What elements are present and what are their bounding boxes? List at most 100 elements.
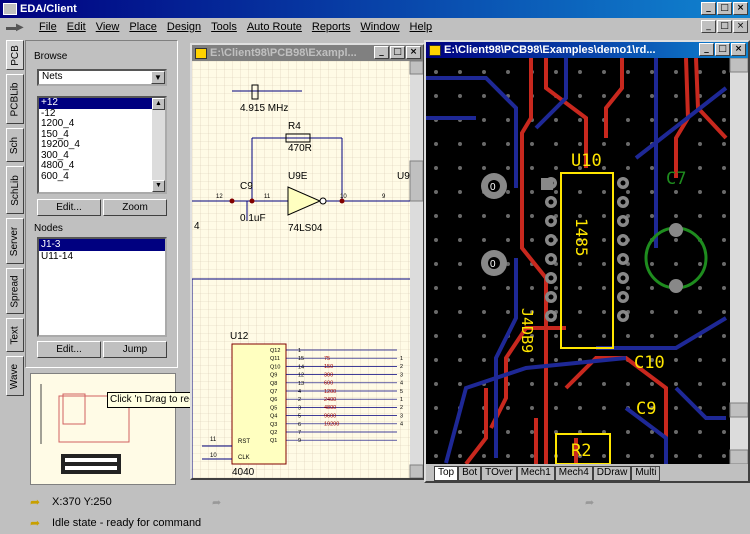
pcb-window-titlebar[interactable]: E:\Client98\PCB98\Examples\demo1\rd... _… — [426, 42, 748, 58]
zoom-button[interactable]: Zoom — [103, 199, 167, 216]
close-button[interactable]: × — [733, 2, 748, 15]
menu-place[interactable]: Place — [124, 21, 162, 33]
tab-pcb[interactable]: PCB — [6, 40, 24, 70]
baud-label: 75 — [324, 356, 330, 362]
u12-pin-number: 4 — [298, 389, 301, 395]
layer-tab-mech4[interactable]: Mech4 — [554, 466, 593, 481]
u12-pin-name: Q6 — [270, 397, 277, 403]
u12-pin-number: 9 — [298, 438, 301, 444]
mdi-minimize-button[interactable]: _ — [701, 20, 716, 33]
nets-list[interactable]: +12 -12 1200_4 150_4 19200_4 300_4 4800_… — [37, 96, 167, 194]
crystal-label: 4.915 MHz — [240, 103, 288, 114]
tab-pcblib[interactable]: PCBLib — [6, 74, 24, 124]
tab-text[interactable]: Text — [6, 318, 24, 352]
u12-pin-name: Q2 — [270, 430, 277, 436]
menu-design[interactable]: Design — [162, 21, 206, 33]
u12-pin-name: Q12 — [270, 348, 280, 354]
layer-tab-mech1[interactable]: Mech1 — [516, 466, 555, 481]
menu-tools[interactable]: Tools — [206, 21, 242, 33]
u12-pin-number: 14 — [298, 364, 304, 370]
maximize-button[interactable]: □ — [390, 46, 405, 59]
bus-number: 3 — [400, 372, 403, 378]
tab-sch[interactable]: Sch — [6, 128, 24, 162]
maximize-button[interactable]: □ — [717, 2, 732, 15]
u9e-type: 74LS04 — [288, 223, 323, 234]
list-item[interactable]: 600_4 — [39, 171, 165, 183]
pin-12: 12 — [216, 194, 223, 200]
status-state: Idle state - ready for command — [52, 517, 202, 529]
edit-net-button[interactable]: Edit... — [37, 199, 101, 216]
bus-number: 1 — [400, 397, 403, 403]
menu-reports[interactable]: Reports — [307, 21, 356, 33]
close-button[interactable]: × — [406, 46, 421, 59]
system-menu-icon[interactable]: ▬▶ — [0, 22, 34, 33]
pin-10: 10 — [340, 194, 347, 200]
status-arrow-icon: ➦ — [30, 495, 41, 509]
baud-label: 150 — [324, 364, 333, 370]
list-item[interactable]: 1200_4 — [39, 118, 165, 130]
u12-pin-name: Q4 — [270, 414, 277, 420]
sheet-icon — [195, 47, 207, 59]
bus-number: 4 — [400, 381, 403, 387]
r2-label: R2 — [571, 441, 591, 461]
baud-label: 600 — [324, 381, 333, 387]
scroll-up-icon[interactable]: ▲ — [152, 98, 165, 110]
c7-label: C7 — [666, 169, 686, 189]
browse-label: Browse — [34, 51, 68, 62]
u12-pin-rst: RST — [238, 439, 250, 445]
menu-help[interactable]: Help — [405, 21, 438, 33]
browse-select[interactable]: Nets ▼ — [37, 69, 167, 86]
menu-bar: ▬▶ File Edit View Place Design Tools Aut… — [0, 18, 750, 36]
nodes-list[interactable]: J1-3 U11-14 — [37, 237, 167, 337]
menu-autoroute[interactable]: Auto Route — [242, 21, 307, 33]
u12-pin-number: 5 — [298, 414, 301, 420]
layer-tab-multi[interactable]: Multi — [631, 466, 661, 481]
baud-label: 19200 — [324, 422, 339, 428]
list-item[interactable]: 4800_4 — [39, 160, 165, 172]
minimize-button[interactable]: _ — [374, 46, 389, 59]
mini-viewer[interactable] — [30, 373, 176, 485]
chevron-down-icon[interactable]: ▼ — [151, 71, 165, 84]
pcb-canvas[interactable]: 0 0 U10 1485 J4DB9 C7 C10 C9 R2 — [426, 58, 748, 464]
menu-window[interactable]: Window — [355, 21, 404, 33]
nodes-label: Nodes — [34, 223, 63, 234]
u12-pin-number: 2 — [298, 397, 301, 403]
tab-wave[interactable]: Wave — [6, 356, 24, 396]
tab-spread[interactable]: Spread — [6, 268, 24, 314]
layer-tab-tover[interactable]: TOver — [481, 466, 517, 481]
schematic-window: E:\Client98\PCB98\Exampl... _ □ × 4.915 … — [190, 43, 425, 480]
menu-edit[interactable]: Edit — [62, 21, 91, 33]
edit-node-button[interactable]: Edit... — [37, 341, 101, 358]
mdi-close-button[interactable]: × — [733, 20, 748, 33]
tab-server[interactable]: Server — [6, 218, 24, 264]
layer-tab-top[interactable]: Top — [434, 466, 459, 481]
close-button[interactable]: × — [731, 43, 746, 56]
schematic-window-titlebar[interactable]: E:\Client98\PCB98\Exampl... _ □ × — [192, 45, 423, 61]
u12-pin-number: 12 — [298, 373, 304, 379]
minimize-button[interactable]: _ — [701, 2, 716, 15]
scroll-down-icon[interactable]: ▼ — [152, 180, 165, 192]
list-item[interactable]: J1-3 — [39, 239, 165, 251]
c9-ref: C9 — [240, 181, 253, 192]
u12-pin-name: Q7 — [270, 389, 277, 395]
menu-view[interactable]: View — [91, 21, 125, 33]
app-icon — [3, 3, 17, 15]
layer-tab-ddraw[interactable]: DDraw — [592, 466, 632, 481]
baud-label: 300 — [324, 372, 333, 378]
nets-scrollbar[interactable]: ▲ ▼ — [152, 98, 165, 192]
schematic-canvas[interactable]: 4.915 MHz R4 470R C9 0.1uF U9E 74LS04 U9… — [192, 61, 423, 478]
tab-schlib[interactable]: SchLib — [6, 166, 24, 214]
jump-button[interactable]: Jump — [103, 341, 167, 358]
maximize-button[interactable]: □ — [715, 43, 730, 56]
mini-viewer-canvas[interactable] — [31, 374, 175, 484]
baud-label: 4800 — [324, 405, 336, 411]
mdi-restore-button[interactable]: □ — [717, 20, 732, 33]
list-item[interactable]: U11-14 — [39, 251, 165, 263]
menu-file[interactable]: File — [34, 21, 62, 33]
list-item[interactable]: 19200_4 — [39, 139, 165, 151]
list-item[interactable]: +12 — [39, 98, 165, 109]
bus-number: 4 — [400, 422, 403, 428]
minimize-button[interactable]: _ — [699, 43, 714, 56]
pcb-window-title: E:\Client98\PCB98\Examples\demo1\rd... — [444, 44, 656, 56]
layer-tab-bot[interactable]: Bot — [458, 466, 482, 481]
